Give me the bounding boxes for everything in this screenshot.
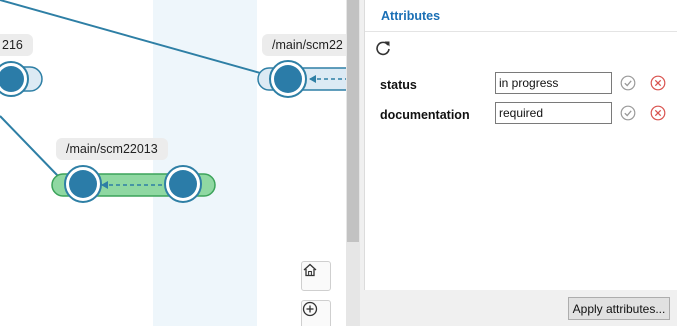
home-icon xyxy=(303,263,317,277)
home-button[interactable] xyxy=(301,261,331,291)
branch-edge xyxy=(0,115,59,177)
version-node-scm22-core xyxy=(274,65,302,93)
zoom-in-button[interactable] xyxy=(301,300,331,326)
attribute-label-documentation: documentation xyxy=(380,108,470,122)
branch-label-216: 216 xyxy=(0,34,33,56)
zoom-in-icon xyxy=(302,301,318,317)
refresh-icon xyxy=(376,41,390,56)
merge-edge xyxy=(0,0,272,77)
panel-title: Attributes xyxy=(381,9,441,23)
x-circle-icon[interactable] xyxy=(650,75,666,91)
x-circle-icon[interactable] xyxy=(650,105,666,121)
scrollbar-thumb[interactable] xyxy=(347,0,359,242)
version-graph-canvas[interactable]: 216 /main/scm22013 /main/scm22 xyxy=(0,0,346,326)
attributes-panel: Attributes status documentation xyxy=(364,0,677,290)
refresh-button[interactable] xyxy=(373,38,393,58)
apply-attributes-button[interactable]: Apply attributes... xyxy=(568,297,670,320)
attribute-label-status: status xyxy=(380,78,417,92)
check-circle-icon[interactable] xyxy=(620,75,636,91)
graph-scrollbar[interactable] xyxy=(346,0,360,326)
version-node-scm22013-b-core xyxy=(169,170,197,198)
check-circle-icon[interactable] xyxy=(620,105,636,121)
attribute-value-documentation[interactable] xyxy=(495,102,612,124)
version-node-scm22013-a-core xyxy=(69,170,97,198)
branch-label-scm22013: /main/scm22013 xyxy=(56,138,168,160)
panel-divider xyxy=(365,31,677,32)
attribute-value-status[interactable] xyxy=(495,72,612,94)
branch-label-scm22: /main/scm22 xyxy=(262,34,346,56)
